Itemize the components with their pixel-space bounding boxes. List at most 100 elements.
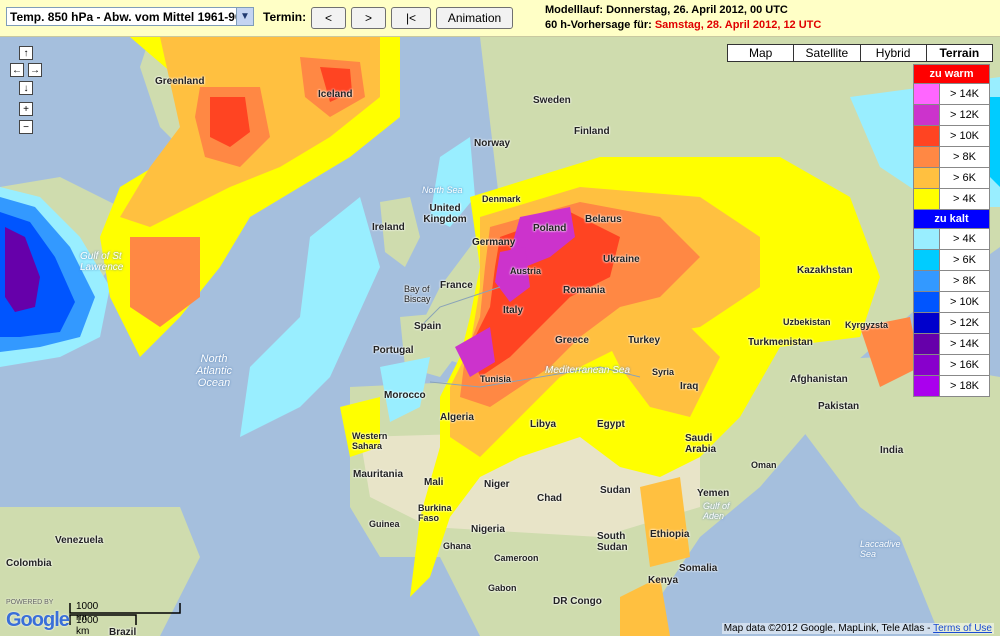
- first-button[interactable]: |<: [391, 7, 431, 29]
- label-niger: Niger: [484, 479, 510, 490]
- label-egypt: Egypt: [597, 419, 625, 430]
- label-yemen: Yemen: [697, 488, 730, 499]
- label-greece: Greece: [555, 335, 589, 346]
- chevron-down-icon[interactable]: ▼: [236, 8, 253, 25]
- zoom-in-button[interactable]: +: [19, 102, 33, 116]
- label-nigeria: Nigeria: [471, 524, 505, 535]
- previous-button[interactable]: <: [311, 7, 346, 29]
- legend-warm-row: > 14K: [913, 84, 990, 105]
- legend-label: > 8K: [953, 151, 976, 163]
- label-dr-congo: DR Congo: [553, 596, 602, 607]
- legend-swatch: [914, 105, 940, 125]
- map-type-terrain[interactable]: Terrain: [925, 44, 993, 62]
- label-uzbekistan: Uzbekistan: [783, 317, 831, 327]
- pan-up-button[interactable]: ↑: [19, 46, 33, 60]
- label-kenya: Kenya: [648, 575, 679, 586]
- legend-label: > 4K: [953, 233, 976, 245]
- termin-label: Termin:: [263, 10, 307, 24]
- zoom-out-button[interactable]: −: [19, 120, 33, 134]
- label-afghanistan: Afghanistan: [790, 374, 848, 385]
- label-portugal: Portugal: [373, 345, 414, 356]
- label-brazil: Brazil: [109, 627, 137, 636]
- label-kyrgyzstan: Kyrgyzsta: [845, 320, 889, 330]
- pan-right-button[interactable]: →: [28, 63, 42, 77]
- legend-cold-row: > 12K: [913, 313, 990, 334]
- label-venezuela: Venezuela: [55, 535, 104, 546]
- parameter-select[interactable]: Temp. 850 hPa - Abw. vom Mittel 1961-90 …: [6, 7, 254, 26]
- legend-warm-title: zu warm: [913, 64, 990, 84]
- google-logo-text: Google: [6, 609, 70, 631]
- label-saudi-arabia: Saudi Arabia: [685, 433, 717, 455]
- label-morocco: Morocco: [384, 390, 426, 401]
- label-ghana: Ghana: [443, 541, 472, 551]
- map-canvas[interactable]: Greenland Iceland Sweden Finland Norway …: [0, 37, 1000, 636]
- label-iceland: Iceland: [318, 89, 353, 100]
- label-romania: Romania: [563, 285, 606, 296]
- scale-km: 1000 km: [76, 615, 99, 636]
- legend-label: > 10K: [949, 130, 980, 142]
- label-oman: Oman: [751, 460, 777, 470]
- label-western-sahara: Western Sahara: [352, 431, 388, 451]
- legend-label: > 16K: [949, 359, 980, 371]
- legend-label: > 14K: [949, 88, 980, 100]
- label-bay-of-biscay: Bay of Biscay: [404, 284, 431, 304]
- label-mediterranean: Mediterranean Sea: [545, 365, 631, 376]
- legend-label: > 14K: [949, 338, 980, 350]
- map-type-hybrid[interactable]: Hybrid: [859, 44, 927, 62]
- legend-label: > 12K: [949, 317, 980, 329]
- legend-swatch: [914, 126, 940, 146]
- label-guinea: Guinea: [369, 519, 400, 529]
- legend-swatch: [914, 376, 940, 396]
- run-info: Modelllauf: Donnerstag, 26. April 2012, …: [545, 3, 821, 33]
- pan-left-button[interactable]: ←: [10, 63, 24, 77]
- label-sweden: Sweden: [533, 95, 571, 106]
- label-poland: Poland: [533, 223, 567, 234]
- legend-cold-row: > 14K: [913, 334, 990, 355]
- legend-swatch: [914, 147, 940, 167]
- legend-swatch: [914, 229, 940, 249]
- legend-cold-title: zu kalt: [913, 210, 990, 229]
- map-attribution: Map data ©2012 Google, MapLink, Tele Atl…: [721, 623, 994, 634]
- animation-button[interactable]: Animation: [436, 7, 513, 29]
- legend-warm-row: > 4K: [913, 189, 990, 210]
- label-spain: Spain: [414, 321, 442, 332]
- label-ukraine: Ukraine: [603, 254, 640, 265]
- legend-cold-rows: > 4K > 6K > 8K > 10K > 12K > 14K > 16K > 18K: [913, 229, 990, 397]
- map-type-map[interactable]: Map: [727, 44, 795, 62]
- label-somalia: Somalia: [679, 563, 718, 574]
- legend-warm-row: > 12K: [913, 105, 990, 126]
- label-laccadive-sea: Laccadive Sea: [860, 539, 901, 559]
- google-powered-by: POWERED BY: [6, 599, 54, 606]
- label-algeria: Algeria: [440, 412, 474, 423]
- top-toolbar: Temp. 850 hPa - Abw. vom Mittel 1961-90 …: [0, 0, 1000, 37]
- map-type-satellite[interactable]: Satellite: [793, 44, 861, 62]
- forecast-line: 60 h-Vorhersage für: Samstag, 28. April …: [545, 18, 821, 33]
- legend-label: > 6K: [953, 172, 976, 184]
- legend-warm-row: > 8K: [913, 147, 990, 168]
- label-sudan: Sudan: [600, 485, 631, 496]
- label-mauritania: Mauritania: [353, 469, 404, 480]
- label-iraq: Iraq: [680, 381, 699, 392]
- label-norway: Norway: [474, 138, 511, 149]
- label-denmark: Denmark: [482, 194, 521, 204]
- legend-swatch: [914, 355, 940, 375]
- legend-cold-row: > 18K: [913, 376, 990, 397]
- legend-cold-row: > 4K: [913, 229, 990, 250]
- label-pakistan: Pakistan: [818, 401, 860, 412]
- terms-of-use-link[interactable]: Terms of Use: [933, 623, 992, 634]
- label-turkey: Turkey: [628, 335, 661, 346]
- label-austria: Austria: [510, 266, 542, 276]
- label-north-atlantic: North Atlantic Ocean: [195, 353, 233, 389]
- legend-cold-row: > 10K: [913, 292, 990, 313]
- pan-down-button[interactable]: ↓: [19, 81, 33, 95]
- label-libya: Libya: [530, 419, 557, 430]
- legend-swatch: [914, 313, 940, 333]
- label-chad: Chad: [537, 493, 562, 504]
- label-greenland: Greenland: [155, 76, 205, 87]
- forecast-date: Samstag, 28. April 2012, 12 UTC: [654, 19, 822, 31]
- label-turkmenistan: Turkmenistan: [748, 337, 813, 348]
- next-button[interactable]: >: [351, 7, 386, 29]
- legend-cold-row: > 8K: [913, 271, 990, 292]
- legend-cold-row: > 6K: [913, 250, 990, 271]
- google-logo[interactable]: POWERED BY Google: [6, 599, 70, 632]
